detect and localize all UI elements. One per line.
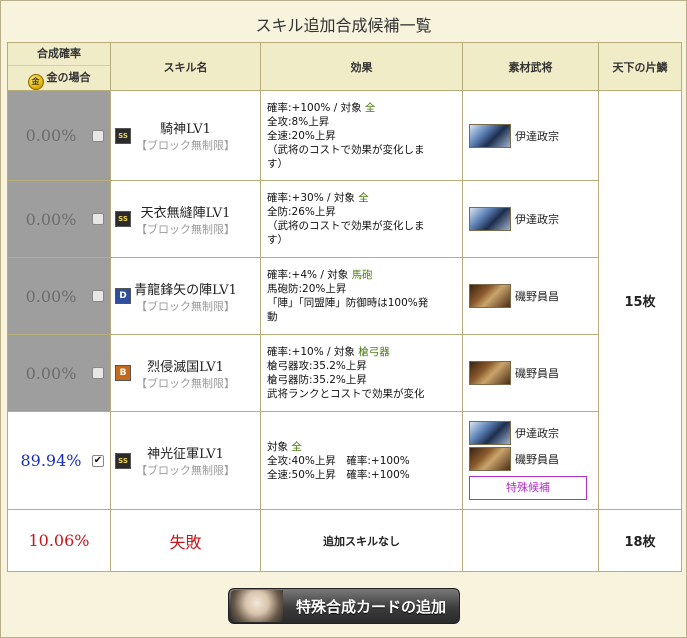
select-checkbox[interactable] bbox=[92, 213, 104, 225]
select-checkbox[interactable] bbox=[92, 367, 104, 379]
material-item[interactable]: 磯野員昌 bbox=[469, 283, 592, 309]
skill-cell: SS 神光征軍LV1 【ブロック無制限】 bbox=[110, 411, 261, 510]
page-title: スキル追加合成候補一覧 bbox=[255, 16, 432, 35]
skill-name: 天衣無縫陣LV1 bbox=[140, 205, 231, 221]
date-masamune-portrait-icon bbox=[469, 420, 511, 445]
effect-cell: 確率:+30% / 対象 全 全防:26%上昇 （武将のコストで効果が変化しま … bbox=[260, 180, 463, 258]
select-checkbox-checked[interactable]: ✔ bbox=[92, 454, 104, 467]
fail-prob-cell: 10.06% bbox=[7, 509, 111, 572]
character-portrait-icon bbox=[231, 590, 283, 622]
material-cell: 磯野員昌 bbox=[462, 334, 599, 412]
material-cell: 磯野員昌 bbox=[462, 257, 599, 335]
fail-row: 10.06% 失敗 追加スキルなし 18枚 bbox=[7, 509, 682, 572]
effect-cell: 確率:+4% / 対象 馬砲 馬砲防:20%上昇 「陣」「同盟陣」防御時は100… bbox=[260, 257, 463, 335]
fail-effect: 追加スキルなし bbox=[260, 509, 463, 572]
isono-kazumasa-portrait-icon bbox=[469, 446, 511, 471]
candidate-table: 合成確率 金金の場合 スキル名 効果 素材武将 天下の片鱗 0.00% SS 騎… bbox=[7, 42, 682, 572]
material-item[interactable]: 伊達政宗 bbox=[469, 206, 592, 232]
select-checkbox[interactable] bbox=[92, 290, 104, 302]
header-prob: 合成確率 金金の場合 bbox=[7, 42, 111, 91]
material-item[interactable]: 磯野員昌 bbox=[469, 360, 592, 386]
select-checkbox[interactable] bbox=[92, 129, 104, 142]
rank-ss-icon: SS bbox=[115, 127, 131, 144]
skill-cell: SS 騎神LV1 【ブロック無制限】 bbox=[110, 90, 261, 181]
material-cell: 伊達政宗 bbox=[462, 180, 599, 258]
table-row: 0.00% SS 天衣無縫陣LV1 【ブロック無制限】 確率:+30% / 対象… bbox=[7, 180, 682, 258]
prob-cell: 0.00% bbox=[7, 180, 111, 258]
date-masamune-portrait-icon bbox=[469, 207, 511, 231]
material-cell: 伊達政宗 磯野員昌 特殊候補 bbox=[462, 411, 599, 510]
material-item[interactable]: 伊達政宗 bbox=[469, 420, 592, 446]
header-skill: スキル名 bbox=[110, 42, 261, 91]
skill-sub: 【ブロック無制限】 bbox=[136, 222, 235, 236]
effect-cell: 確率:+100% / 対象 全 全攻:8%上昇 全速:20%上昇 （武将のコスト… bbox=[260, 90, 463, 181]
prob-cell: 0.00% bbox=[7, 90, 111, 181]
table-row: 0.00% B 烈侵滅国LV1 【ブロック無制限】 確率:+10% / 対象 槍… bbox=[7, 334, 682, 412]
rank-d-icon: D bbox=[115, 288, 131, 304]
table-row: 0.00% SS 騎神LV1 【ブロック無制限】 確率:+100% / 対象 全… bbox=[7, 90, 682, 510]
isono-kazumasa-portrait-icon bbox=[469, 284, 511, 308]
skill-cell: D 青龍鋒矢の陣LV1 【ブロック無制限】 bbox=[110, 257, 261, 335]
skill-name: 騎神LV1 bbox=[160, 122, 211, 137]
skill-name: 烈侵滅国LV1 bbox=[147, 359, 224, 375]
header-material: 素材武将 bbox=[462, 42, 599, 91]
date-masamune-portrait-icon bbox=[469, 123, 511, 148]
skill-cell: B 烈侵滅国LV1 【ブロック無制限】 bbox=[110, 334, 261, 412]
skill-sub: 【ブロック無制限】 bbox=[136, 139, 235, 152]
prob-cell: 0.00% bbox=[7, 334, 111, 412]
gold-coin-icon: 金 bbox=[27, 74, 44, 90]
material-item[interactable]: 伊達政宗 bbox=[469, 123, 592, 149]
table-row: 89.94% ✔ SS 神光征軍LV1 【ブロック無制限】 対象 全 全攻:40%… bbox=[7, 411, 682, 510]
prob-cell: 0.00% bbox=[7, 257, 111, 335]
skill-name: 神光征軍LV1 bbox=[147, 447, 224, 462]
effect-cell: 確率:+10% / 対象 槍弓器 槍弓器攻:35.2%上昇 槍弓器防:35.2%… bbox=[260, 334, 463, 412]
fail-prob-value: 10.06% bbox=[28, 531, 90, 550]
isono-kazumasa-portrait-icon bbox=[469, 361, 511, 385]
header-effect: 効果 bbox=[260, 42, 463, 91]
table-row: 0.00% D 青龍鋒矢の陣LV1 【ブロック無制限】 確率:+4% / 対象 … bbox=[7, 257, 682, 335]
skill-sub: 【ブロック無制限】 bbox=[136, 299, 235, 313]
material-item[interactable]: 磯野員昌 bbox=[469, 446, 592, 472]
special-candidate-button[interactable]: 特殊候補 bbox=[469, 475, 587, 500]
fail-material-cell bbox=[462, 509, 599, 572]
material-cell: 伊達政宗 bbox=[462, 90, 599, 181]
prob-cell: 89.94% ✔ bbox=[7, 411, 111, 510]
header-gold-case: 金の場合 bbox=[46, 71, 91, 84]
add-special-card-label: 特殊合成カードの追加 bbox=[295, 597, 446, 616]
rank-ss-icon: SS bbox=[115, 211, 131, 227]
skill-name: 青龍鋒矢の陣LV1 bbox=[134, 282, 237, 298]
fail-label: 失敗 bbox=[110, 509, 261, 572]
fail-tenka-cell: 18枚 bbox=[598, 509, 682, 572]
add-special-card-button[interactable]: 特殊合成カードの追加 bbox=[228, 588, 460, 624]
table-header-row: 合成確率 金金の場合 スキル名 効果 素材武将 天下の片鱗 bbox=[7, 42, 682, 91]
header-tenka: 天下の片鱗 bbox=[598, 42, 682, 91]
effect-cell: 対象 全 全攻:40%上昇 確率:+100% 全速:50%上昇 確率:+100% bbox=[260, 411, 463, 510]
rank-b-icon: B bbox=[115, 365, 131, 381]
skill-sub: 【ブロック無制限】 bbox=[136, 464, 235, 477]
tenka-cell: 15枚 bbox=[598, 90, 682, 510]
rank-ss-icon: SS bbox=[115, 452, 131, 469]
skill-cell: SS 天衣無縫陣LV1 【ブロック無制限】 bbox=[110, 180, 261, 258]
skill-sub: 【ブロック無制限】 bbox=[136, 376, 235, 390]
